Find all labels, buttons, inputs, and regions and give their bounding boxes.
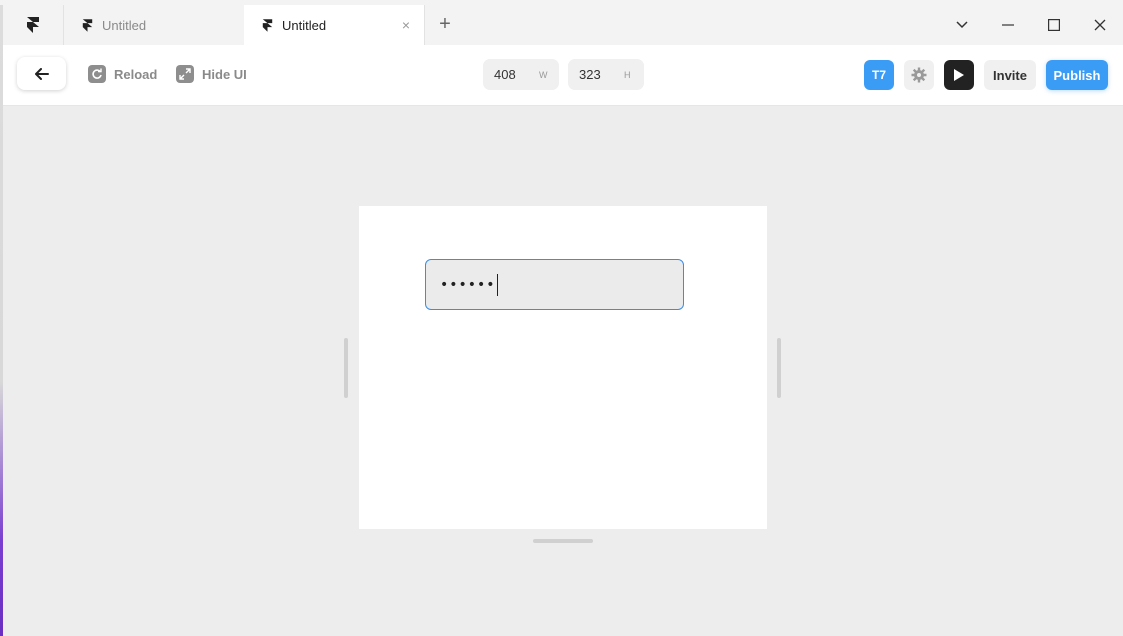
preview-toolbar: Reload Hide UI 408 W 323 H T7 Invite Pub… — [3, 45, 1123, 106]
tab-label: Untitled — [282, 17, 327, 33]
framer-logo-icon — [262, 18, 273, 32]
expand-icon — [176, 65, 194, 83]
user-avatar[interactable]: T7 — [864, 60, 894, 90]
reload-icon — [88, 65, 106, 83]
tab-untitled-1[interactable]: Untitled — [64, 5, 245, 45]
back-button[interactable] — [17, 57, 66, 90]
reload-button[interactable]: Reload — [88, 63, 157, 85]
resize-handle-bottom[interactable] — [533, 539, 593, 543]
width-field[interactable]: 408 W — [483, 59, 559, 90]
preview-frame: •••••• — [359, 206, 767, 529]
framer-logo-icon — [27, 17, 39, 33]
password-mask: •••••• — [440, 276, 496, 293]
maximize-icon[interactable] — [1043, 15, 1065, 35]
invite-button[interactable]: Invite — [984, 60, 1036, 90]
minimize-icon[interactable] — [997, 15, 1019, 35]
framer-logo-icon — [82, 18, 93, 32]
hide-ui-label: Hide UI — [202, 66, 247, 82]
gear-icon — [911, 67, 927, 83]
height-field[interactable]: 323 H — [568, 59, 644, 90]
arrow-left-icon — [34, 67, 49, 80]
width-value: 408 — [494, 67, 516, 82]
close-window-icon[interactable] — [1089, 15, 1111, 35]
height-unit-label: H — [624, 69, 631, 80]
tab-label: Untitled — [102, 17, 147, 33]
settings-button[interactable] — [904, 60, 934, 90]
resize-handle-right[interactable] — [777, 338, 781, 398]
text-caret — [496, 273, 498, 296]
close-tab-icon[interactable]: × — [402, 17, 410, 33]
reload-label: Reload — [114, 66, 158, 82]
tab-list-chevron-down-icon[interactable] — [951, 15, 973, 35]
hide-ui-button[interactable]: Hide UI — [176, 63, 247, 85]
password-input[interactable]: •••••• — [425, 259, 684, 310]
tab-untitled-2[interactable]: Untitled × — [244, 5, 425, 45]
height-value: 323 — [579, 67, 601, 82]
publish-button[interactable]: Publish — [1046, 60, 1108, 90]
resize-handle-left[interactable] — [344, 338, 348, 398]
width-unit-label: W — [539, 69, 548, 80]
new-tab-button[interactable]: + — [433, 13, 457, 36]
title-bar: Untitled Untitled × + — [3, 5, 1123, 46]
play-icon — [954, 69, 964, 81]
play-button[interactable] — [944, 60, 974, 90]
app-menu-button[interactable] — [3, 5, 64, 45]
